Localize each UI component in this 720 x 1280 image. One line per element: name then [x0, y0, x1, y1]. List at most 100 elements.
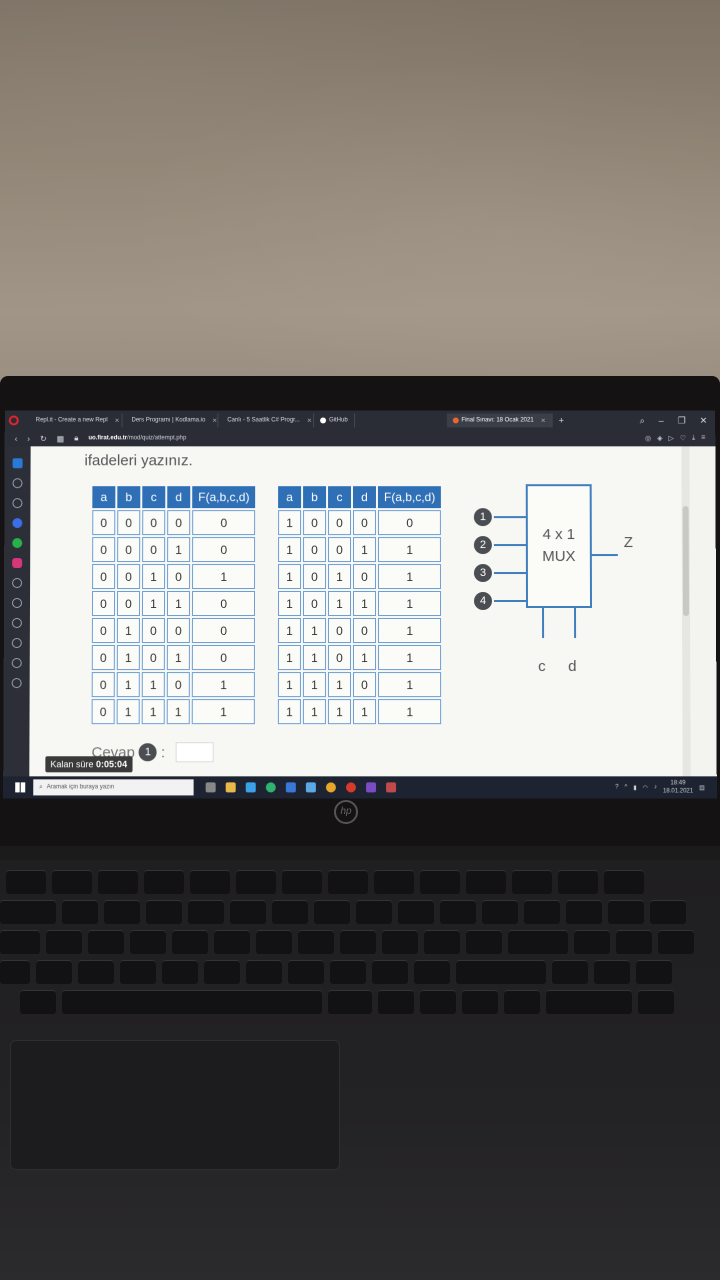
whatsapp-icon[interactable]	[12, 538, 23, 549]
truth-table-left: a b c d F(a,b,c,d) 000000001000101001100…	[90, 484, 258, 726]
camera-icon[interactable]: ◎	[645, 434, 651, 442]
table-header-row: a b c d F(a,b,c,d)	[278, 486, 442, 509]
close-icon[interactable]: ✕	[307, 417, 312, 424]
scrollbar-thumb[interactable]	[682, 506, 690, 616]
visual-studio-icon[interactable]	[366, 782, 377, 793]
table-row: 11011	[277, 645, 442, 671]
table-cell: 1	[352, 645, 377, 671]
windows-taskbar: ⌕ Aramak için buraya yazın ? ^ ▮ ◠ ♪ 18:4…	[3, 776, 717, 799]
settings-icon[interactable]	[11, 678, 22, 689]
key	[78, 960, 114, 984]
download-icon[interactable]: ⤓	[692, 434, 695, 442]
close-window-icon[interactable]: ✕	[700, 415, 708, 426]
store-icon[interactable]	[285, 782, 296, 793]
column-header: F(a,b,c,d)	[377, 486, 442, 509]
key	[288, 960, 324, 984]
tab-final-exam[interactable]: Final Sınavı: 18 Ocak 2021 ✕	[446, 413, 553, 428]
vpn-icon[interactable]: ◈	[657, 434, 662, 442]
minus-icon[interactable]	[12, 498, 23, 509]
close-icon[interactable]: ✕	[212, 417, 217, 424]
table-cell: 1	[166, 645, 190, 671]
wifi-icon[interactable]: ◠	[643, 784, 648, 791]
tab-youtube-live[interactable]: Canlı - 5 Saatlik C# Progr... ✕	[218, 413, 315, 428]
opera-taskbar-icon[interactable]	[345, 782, 356, 793]
chevron-up-icon[interactable]: ^	[624, 784, 627, 790]
key	[382, 930, 418, 954]
battery-icon[interactable]: ▮	[633, 784, 636, 791]
input-number-badge: 4	[473, 592, 493, 610]
table-cell: 1	[378, 645, 442, 671]
help-icon[interactable]: ?	[615, 784, 618, 790]
windows-start-icon[interactable]	[15, 782, 26, 793]
table-row: 00000	[92, 510, 256, 536]
table-cell: 1	[277, 591, 302, 616]
table-cell: 0	[166, 618, 190, 644]
volume-icon[interactable]: ♪	[654, 784, 657, 790]
table-cell: 1	[116, 699, 140, 725]
select-line	[542, 607, 545, 639]
taskbar-clock[interactable]: 18:49 18.01.2021	[663, 779, 693, 795]
chrome-icon[interactable]	[325, 782, 336, 793]
table-cell: 1	[278, 564, 302, 590]
table-cell: 1	[191, 699, 256, 725]
menu-icon[interactable]: ≡	[701, 434, 705, 442]
photos-icon[interactable]	[305, 782, 316, 793]
key	[144, 870, 184, 894]
key	[0, 900, 56, 924]
new-tab-icon[interactable]: +	[559, 415, 564, 425]
key	[188, 900, 224, 924]
taskbar-search-input[interactable]: ⌕ Aramak için buraya yazın	[33, 779, 194, 796]
tab-replit[interactable]: Repl.it - Create a new Repl ✕	[26, 413, 123, 428]
reload-icon[interactable]: ↻	[40, 434, 47, 443]
table-cell: 1	[327, 699, 351, 725]
file-explorer-icon[interactable]	[225, 782, 236, 793]
tab-github[interactable]: GitHub	[314, 413, 355, 428]
search-icon[interactable]: ⌕	[640, 415, 645, 426]
table-cell: 1	[166, 591, 191, 616]
answer-input[interactable]	[175, 742, 214, 763]
quiz-page: ifadeleri yazınız. a b c d F(a,b,c,d) 00…	[29, 446, 683, 777]
table-cell: 1	[377, 537, 442, 563]
back-icon[interactable]: ‹	[15, 434, 18, 443]
tab-kodlama[interactable]: Ders Programı | Kodlama.io ✕	[122, 413, 219, 428]
app-icon[interactable]	[386, 782, 397, 793]
player-sidebar-icon[interactable]	[11, 618, 22, 629]
laptop-hinge	[0, 846, 720, 860]
edge-icon[interactable]	[265, 782, 276, 793]
mail-icon[interactable]	[245, 782, 256, 793]
speed-dial-icon[interactable]	[12, 458, 23, 469]
table-cell: 0	[327, 645, 351, 671]
select-line	[574, 607, 577, 639]
music-icon[interactable]	[11, 598, 23, 608]
task-view-icon[interactable]	[205, 782, 216, 793]
table-cell: 1	[141, 699, 165, 725]
input-number-badge: 3	[473, 564, 492, 583]
maximize-icon[interactable]: ❐	[678, 415, 686, 426]
home-icon[interactable]	[12, 478, 23, 489]
forward-icon[interactable]: ›	[27, 434, 30, 443]
minimize-icon[interactable]: –	[659, 415, 664, 426]
table-cell: 0	[141, 645, 165, 671]
select-label: d	[568, 658, 577, 676]
tabs-grid-icon[interactable]: ▦	[57, 434, 65, 443]
close-icon[interactable]: ✕	[541, 417, 546, 424]
messenger-icon[interactable]	[12, 518, 23, 529]
spacebar-key	[62, 990, 322, 1014]
heart-icon[interactable]: ♡	[680, 434, 686, 442]
notifications-icon[interactable]: ▤	[699, 784, 705, 791]
table-cell: 1	[191, 672, 256, 698]
key	[272, 900, 308, 924]
heart-sidebar-icon[interactable]	[11, 638, 22, 649]
opera-logo-icon[interactable]	[8, 415, 19, 426]
mux-diagram: 1 2 3 4 4 x 1 MUX Z c d	[470, 482, 670, 676]
player-icon[interactable]: ▷	[668, 434, 673, 442]
key	[508, 930, 568, 954]
instagram-icon[interactable]	[12, 558, 23, 569]
table-cell: 1	[302, 699, 326, 725]
page-scrollbar[interactable]	[681, 446, 691, 777]
github-favicon-icon	[320, 417, 327, 424]
taskbar-apps	[205, 782, 397, 793]
url-field[interactable]: uo.firat.edu.tr/mod/quiz/attempt.php	[88, 435, 186, 441]
close-icon[interactable]: ✕	[115, 417, 120, 424]
history-icon[interactable]	[11, 658, 22, 669]
